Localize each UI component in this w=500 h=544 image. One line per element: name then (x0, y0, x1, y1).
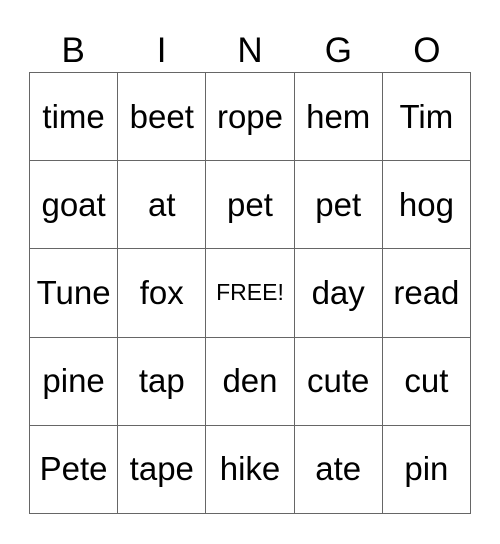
header-letter-g: G (324, 31, 353, 70)
bingo-cell[interactable]: hem (294, 73, 383, 162)
bingo-cell[interactable]: tape (118, 425, 207, 514)
bingo-cell[interactable]: ate (294, 425, 383, 514)
bingo-cell[interactable]: at (118, 161, 207, 250)
bingo-cell[interactable]: rope (206, 73, 295, 162)
bingo-grid: time beet rope hem Tim goat at pet pet h… (29, 72, 471, 514)
header-letter-o: O (413, 31, 441, 70)
bingo-cell[interactable]: hog (382, 161, 471, 250)
bingo-cell[interactable]: pet (206, 161, 295, 250)
free-space-cell[interactable]: FREE! (206, 249, 295, 338)
bingo-cell[interactable]: fox (118, 249, 207, 338)
bingo-cell[interactable]: day (294, 249, 383, 338)
bingo-cell[interactable]: pet (294, 161, 383, 250)
bingo-cell[interactable]: cute (294, 337, 383, 426)
bingo-cell[interactable]: beet (118, 73, 207, 162)
header-letter-n: N (237, 31, 263, 70)
bingo-cell[interactable]: time (30, 73, 119, 162)
bingo-cell[interactable]: tap (118, 337, 207, 426)
header-letter-b: B (61, 31, 85, 70)
bingo-cell[interactable]: Pete (30, 425, 119, 514)
bingo-cell[interactable]: pin (382, 425, 471, 514)
bingo-header: B I N G O (29, 30, 471, 72)
header-letter-i: I (156, 31, 167, 70)
bingo-cell[interactable]: Tune (30, 249, 119, 338)
bingo-cell[interactable]: hike (206, 425, 295, 514)
bingo-cell[interactable]: cut (382, 337, 471, 426)
bingo-cell[interactable]: pine (30, 337, 119, 426)
bingo-cell[interactable]: Tim (382, 73, 471, 162)
bingo-cell[interactable]: den (206, 337, 295, 426)
bingo-cell[interactable]: read (382, 249, 471, 338)
bingo-cell[interactable]: goat (30, 161, 119, 250)
